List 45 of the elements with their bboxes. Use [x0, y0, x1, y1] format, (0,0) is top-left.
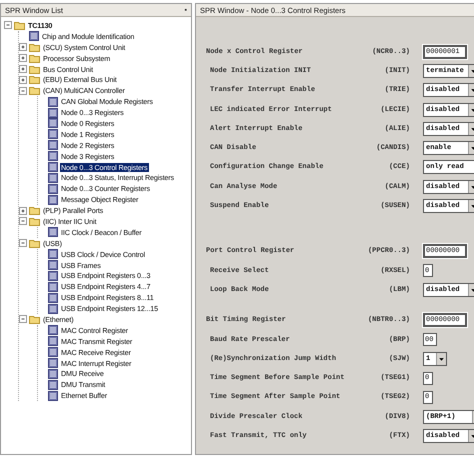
register-icon: [29, 31, 39, 42]
collapse-icon[interactable]: [19, 86, 27, 95]
folder-icon: [29, 314, 40, 324]
folder-icon: [29, 86, 40, 96]
register-icon: [48, 151, 58, 162]
expand-icon[interactable]: [19, 206, 27, 215]
register-icon: [48, 184, 58, 194]
folder-icon: [29, 206, 40, 216]
collapse-icon[interactable]: [19, 217, 27, 226]
expand-icon[interactable]: [19, 76, 27, 84]
register-icon: [48, 108, 58, 118]
register-icon: [48, 260, 58, 270]
folder-icon: [14, 20, 25, 30]
folder-icon: [29, 64, 40, 74]
register-icon: [48, 325, 58, 336]
register-icon: [48, 358, 58, 368]
register-icon: [48, 336, 58, 346]
register-icon: [48, 282, 58, 292]
collapse-icon[interactable]: [19, 239, 27, 248]
folder-icon: [29, 75, 40, 84]
folder-icon: [29, 216, 40, 226]
register-icon: [48, 140, 58, 150]
register-icon: [48, 347, 58, 358]
register-icon: [48, 249, 58, 260]
register-icon: [48, 162, 58, 172]
folder-icon: [29, 42, 40, 52]
register-icon: [48, 227, 58, 238]
collapse-icon[interactable]: [4, 21, 12, 30]
folder-icon: [29, 238, 40, 248]
register-icon: [48, 96, 58, 107]
register-icon: [48, 304, 58, 314]
expand-icon[interactable]: [19, 43, 27, 52]
expand-icon[interactable]: [19, 65, 27, 73]
expand-icon[interactable]: [19, 54, 27, 62]
register-icon: [48, 380, 58, 390]
folder-icon: [29, 54, 40, 63]
register-icon: [48, 292, 58, 303]
register-icon: [48, 194, 58, 205]
register-icon: [48, 368, 58, 379]
collapse-icon[interactable]: [19, 315, 27, 324]
register-icon: [48, 172, 58, 183]
register-icon: [48, 270, 58, 281]
register-icon: [48, 129, 58, 140]
register-icon: [48, 390, 58, 401]
register-icon: [48, 118, 58, 128]
